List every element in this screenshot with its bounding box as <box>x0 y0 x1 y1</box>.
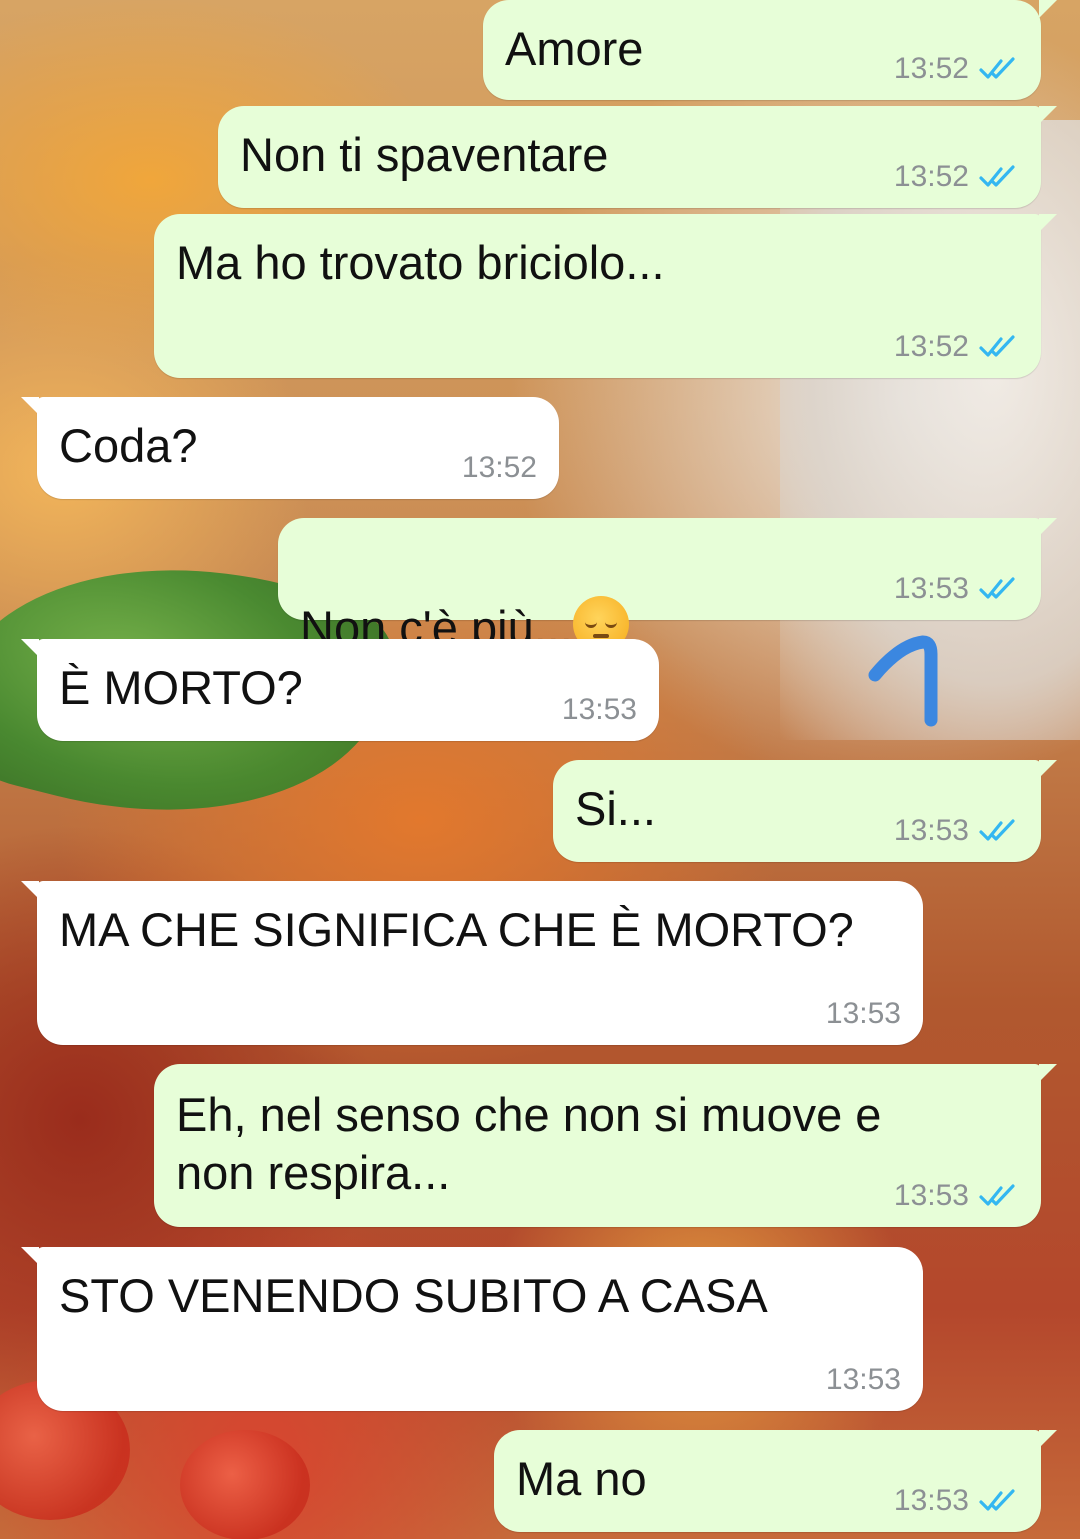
incoming-message[interactable]: MA CHE SIGNIFICA CHE È MORTO? 13:53 <box>21 881 923 1045</box>
outgoing-message[interactable]: Si... 13:53 <box>553 760 1057 862</box>
message-meta: 13:53 <box>562 693 637 727</box>
message-time: 13:53 <box>825 1363 901 1396</box>
message-time: 13:53 <box>893 1179 969 1212</box>
read-ticks-icon <box>979 1489 1015 1511</box>
message-meta: 13:53 <box>894 1179 1019 1213</box>
message-text: STO VENENDO SUBITO A CASA <box>59 1269 768 1322</box>
message-time: 13:52 <box>461 451 537 484</box>
message-meta: 13:53 <box>826 1363 901 1397</box>
read-ticks-icon <box>979 57 1015 79</box>
message-time: 13:53 <box>825 997 901 1030</box>
message-time: 13:53 <box>893 814 969 847</box>
read-ticks-icon <box>979 1184 1015 1206</box>
message-text: È MORTO? <box>59 661 303 714</box>
outgoing-message[interactable]: Ma ho trovato briciolo... 13:52 <box>154 214 1057 378</box>
message-time: 13:53 <box>893 572 969 605</box>
message-time: 13:52 <box>893 330 969 363</box>
message-meta: 13:52 <box>894 160 1019 194</box>
read-ticks-icon <box>979 577 1015 599</box>
message-text: MA CHE SIGNIFICA CHE È MORTO? <box>59 903 854 956</box>
message-time: 13:52 <box>893 52 969 85</box>
outgoing-message[interactable]: Non c'è più... 13:53 <box>278 518 1057 654</box>
incoming-message[interactable]: STO VENENDO SUBITO A CASA 13:53 <box>21 1247 923 1411</box>
outgoing-message[interactable]: Eh, nel senso che non si muove e non res… <box>154 1064 1057 1227</box>
message-text: Ma ho trovato briciolo... <box>176 236 665 289</box>
message-meta: 13:53 <box>894 1484 1019 1518</box>
message-meta: 13:53 <box>826 997 901 1031</box>
message-meta: 13:52 <box>894 330 1019 364</box>
message-time: 13:52 <box>893 160 969 193</box>
read-ticks-icon <box>979 819 1015 841</box>
hand-drawn-hook-mark-icon <box>868 635 938 727</box>
read-ticks-icon <box>979 165 1015 187</box>
outgoing-message[interactable]: Amore 13:52 <box>483 0 1057 100</box>
message-meta: 13:52 <box>462 451 537 485</box>
message-time: 13:53 <box>561 693 637 726</box>
message-text: Eh, nel senso che non si muove e non res… <box>176 1088 882 1199</box>
message-meta: 13:53 <box>894 814 1019 848</box>
incoming-message[interactable]: È MORTO? 13:53 <box>21 639 659 741</box>
incoming-message[interactable]: Coda? 13:52 <box>21 397 559 499</box>
message-time: 13:53 <box>893 1484 969 1517</box>
message-list[interactable]: Amore 13:52 Non ti spaventare 13:52 Ma h… <box>0 0 1080 1539</box>
message-meta: 13:52 <box>894 52 1019 86</box>
outgoing-message[interactable]: Non ti spaventare 13:52 <box>218 106 1057 208</box>
outgoing-message[interactable]: Ma no 13:53 <box>494 1430 1057 1532</box>
read-ticks-icon <box>979 335 1015 357</box>
message-meta: 13:53 <box>894 572 1019 606</box>
